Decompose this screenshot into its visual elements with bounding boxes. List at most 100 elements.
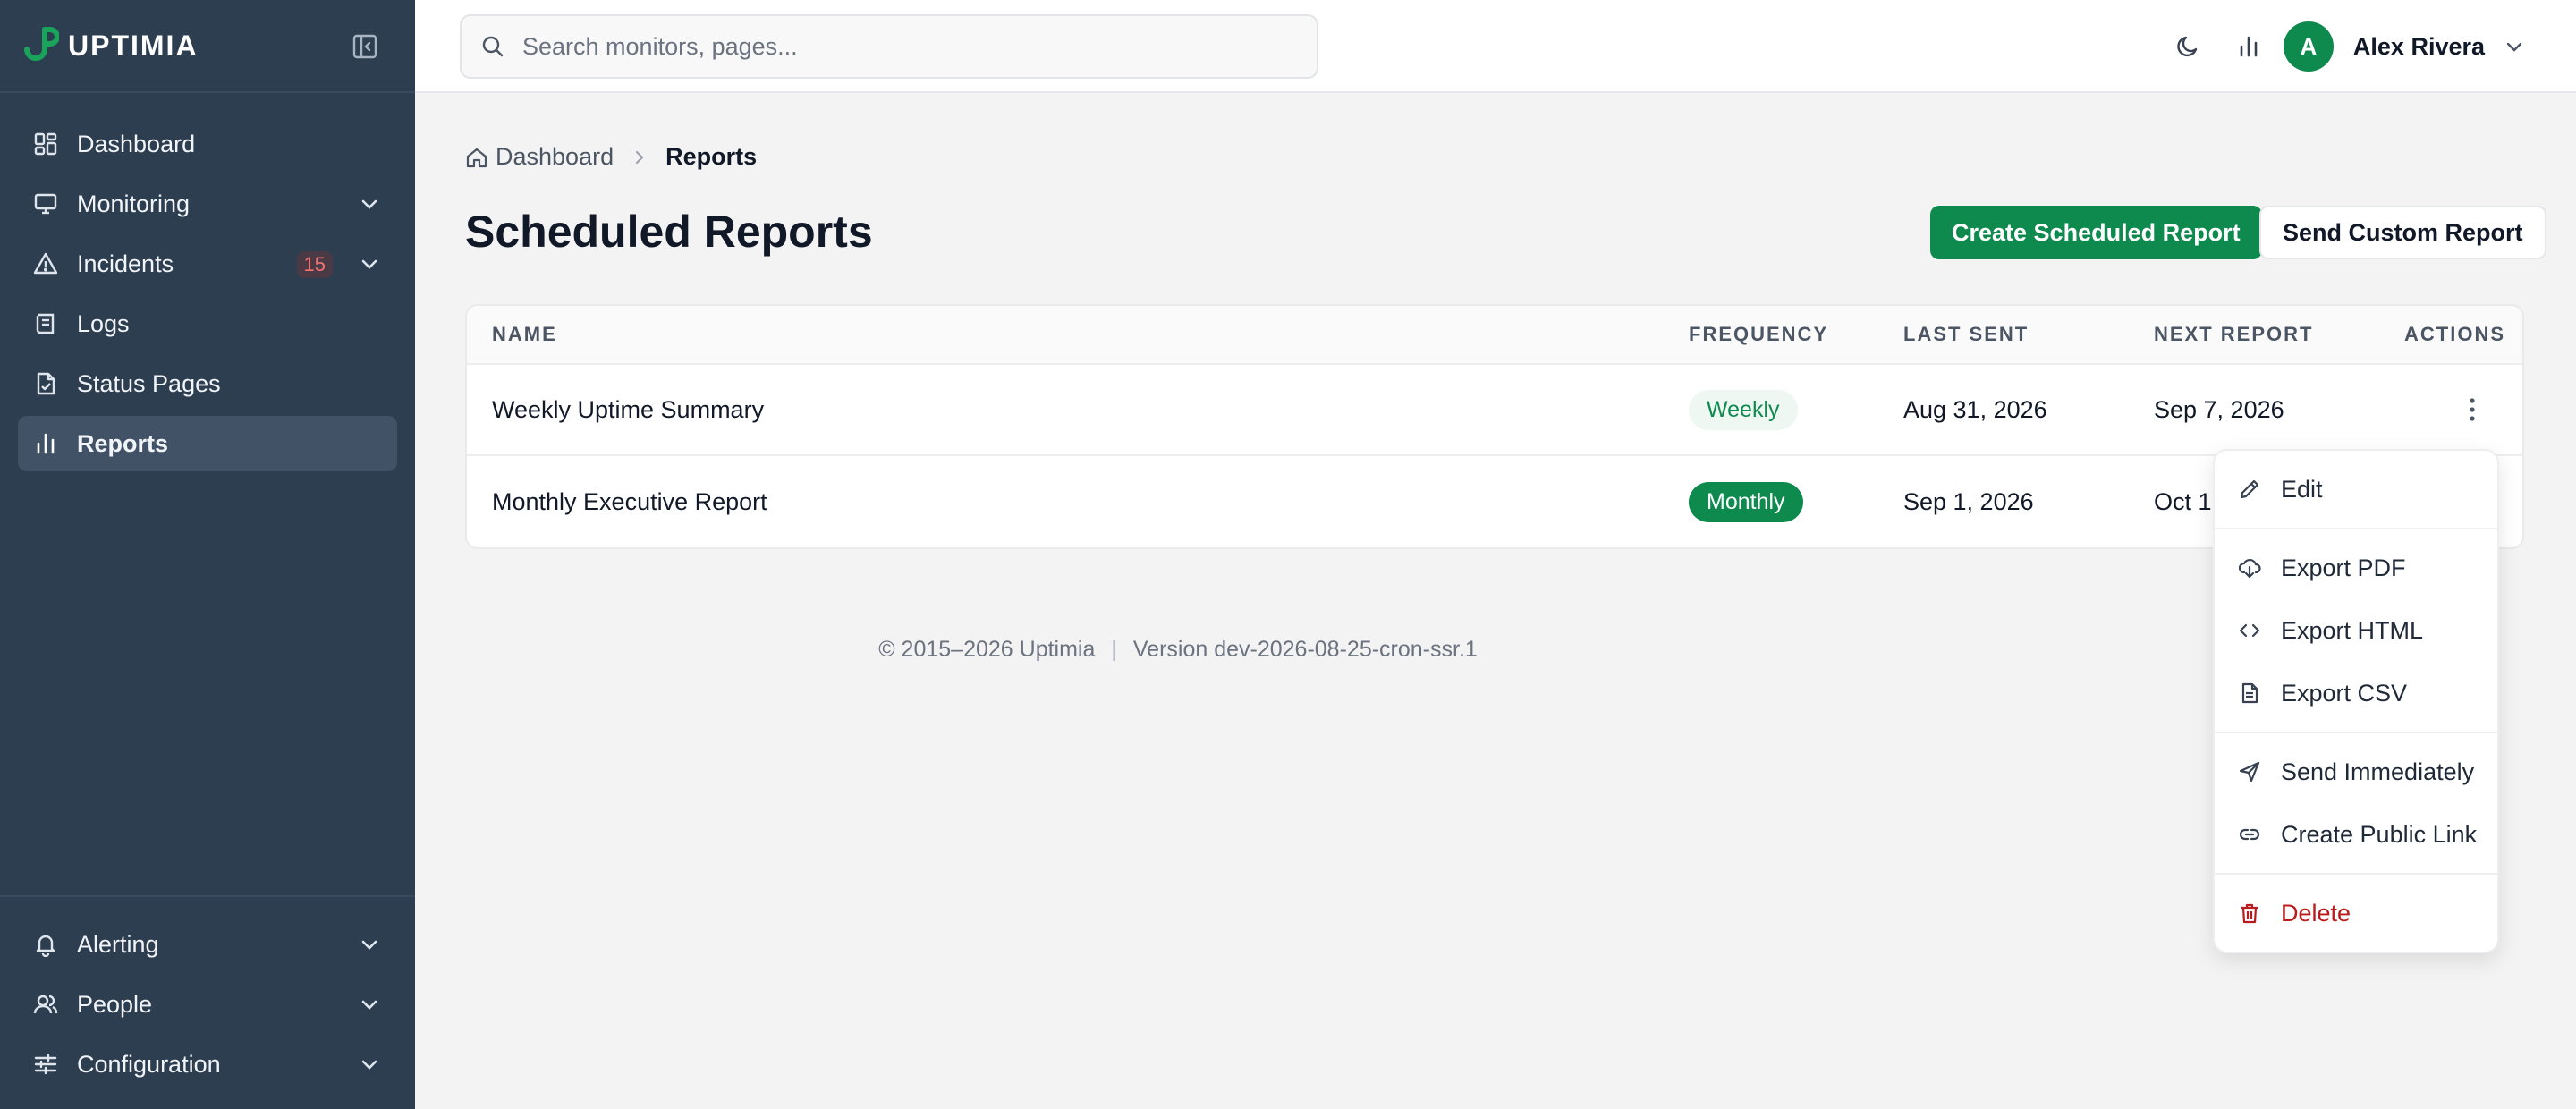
- code-icon: [2236, 617, 2263, 644]
- sidebar-item-logs[interactable]: Logs: [18, 296, 397, 351]
- breadcrumb: Dashboard Reports: [465, 143, 757, 171]
- incidents-count-badge: 15: [296, 251, 333, 278]
- chevron-down-icon[interactable]: [356, 250, 383, 277]
- footer: © 2015–2026 Uptimia | Version dev-2026-08-…: [415, 637, 1941, 663]
- breadcrumb-home-label: Dashboard: [496, 143, 614, 170]
- sidebar-item-label: People: [77, 990, 153, 1018]
- moon-icon[interactable]: [2172, 30, 2204, 63]
- cloud-download-icon: [2236, 554, 2263, 581]
- avatar: A: [2283, 21, 2334, 72]
- sidebar-item-dashboard[interactable]: Dashboard: [18, 116, 397, 172]
- chevron-down-icon[interactable]: [356, 991, 383, 1018]
- menu-item-label: Edit: [2281, 475, 2323, 503]
- sidebar-item-label: Reports: [77, 429, 169, 457]
- sidebar-item-reports[interactable]: Reports: [18, 416, 397, 471]
- file-text-icon: [2236, 680, 2263, 707]
- page-title: Scheduled Reports: [465, 207, 873, 257]
- sidebar-item-label: Status Pages: [77, 369, 221, 397]
- menu-item-label: Send Immediately: [2281, 758, 2475, 785]
- menu-item-create-public-link[interactable]: Create Public Link: [2215, 803, 2497, 866]
- column-header-last-sent[interactable]: LAST SENT: [1903, 323, 2029, 346]
- menu-item-edit[interactable]: Edit: [2215, 458, 2497, 521]
- menu-item-export-pdf[interactable]: Export PDF: [2215, 537, 2497, 599]
- menu-item-label: Delete: [2281, 899, 2351, 927]
- sidebar-item-label: Alerting: [77, 930, 159, 958]
- uptimia-logo-icon: [24, 27, 59, 61]
- send-icon: [2236, 758, 2263, 785]
- user-name: Alex Rivera: [2352, 32, 2485, 60]
- sidebar-item-configuration[interactable]: Configuration: [18, 1037, 397, 1092]
- frequency-badge: Monthly: [1689, 481, 1803, 522]
- more-vertical-icon[interactable]: [2456, 394, 2488, 426]
- breadcrumb-dashboard-link[interactable]: Dashboard: [465, 143, 614, 171]
- footer-separator: |: [1111, 637, 1117, 662]
- menu-item-export-csv[interactable]: Export CSV: [2215, 662, 2497, 724]
- sidebar-bottom-nav: Alerting People Configuration: [0, 895, 415, 1109]
- sidebar-item-alerting[interactable]: Alerting: [18, 917, 397, 972]
- next-report-date: Sep 7, 2026: [2154, 395, 2284, 423]
- menu-item-label: Export CSV: [2281, 679, 2408, 707]
- sidebar-nav: Dashboard Monitoring Incidents 15 Logs S…: [0, 93, 415, 471]
- trash-icon: [2236, 900, 2263, 927]
- menu-item-export-html[interactable]: Export HTML: [2215, 599, 2497, 662]
- menu-item-delete[interactable]: Delete: [2215, 882, 2497, 944]
- topbar: A Alex Rivera: [415, 0, 2576, 93]
- menu-item-send-immediately[interactable]: Send Immediately: [2215, 741, 2497, 803]
- search-icon: [482, 36, 504, 57]
- document-check-icon: [32, 370, 59, 397]
- footer-copyright: © 2015–2026 Uptimia: [878, 637, 1096, 662]
- chevron-down-icon[interactable]: [356, 1051, 383, 1078]
- last-sent-date: Aug 31, 2026: [1903, 395, 2047, 423]
- brand-logo[interactable]: UPTIMIA: [23, 26, 199, 65]
- user-menu[interactable]: A Alex Rivera: [2283, 20, 2524, 73]
- brand-header: UPTIMIA: [0, 0, 415, 93]
- menu-divider: [2215, 732, 2497, 733]
- sidebar-item-label: Dashboard: [77, 130, 196, 157]
- bar-chart-icon[interactable]: [2233, 30, 2265, 63]
- table-header-row: NAME FREQUENCY LAST SENT NEXT REPORT ACT…: [467, 306, 2522, 365]
- column-header-name[interactable]: NAME: [492, 323, 557, 346]
- bar-chart-icon: [32, 430, 59, 457]
- sidebar-item-label: Logs: [77, 309, 130, 337]
- search-box[interactable]: [460, 14, 1318, 79]
- column-header-next-report[interactable]: NEXT REPORT: [2154, 323, 2313, 346]
- sidebar-item-label: Configuration: [77, 1050, 221, 1078]
- brand-name: UPTIMIA: [68, 29, 199, 62]
- column-header-actions: ACTIONS: [2404, 323, 2505, 345]
- sliders-icon: [32, 1051, 59, 1078]
- report-name[interactable]: Monthly Executive Report: [492, 488, 767, 516]
- bell-icon: [32, 931, 59, 958]
- sidebar-collapse-icon[interactable]: [349, 30, 381, 63]
- warning-triangle-icon: [32, 250, 59, 277]
- users-icon: [32, 991, 59, 1018]
- breadcrumb-current: Reports: [665, 143, 758, 170]
- frequency-badge: Weekly: [1689, 389, 1798, 430]
- create-scheduled-report-button[interactable]: Create Scheduled Report: [1930, 206, 2262, 259]
- sidebar-item-incidents[interactable]: Incidents 15: [18, 236, 397, 292]
- menu-divider: [2215, 528, 2497, 529]
- sidebar-item-label: Incidents: [77, 250, 174, 277]
- column-header-frequency[interactable]: FREQUENCY: [1689, 323, 1828, 346]
- sidebar-item-status-pages[interactable]: Status Pages: [18, 356, 397, 411]
- sidebar: UPTIMIA Dashboard Monitoring Incidents 1…: [0, 0, 415, 1109]
- home-icon: [466, 148, 487, 167]
- logs-icon: [32, 310, 59, 337]
- chevron-down-icon: [2506, 42, 2522, 52]
- sidebar-item-people[interactable]: People: [18, 977, 397, 1032]
- footer-version: Version dev-2026-08-25-cron-ssr.1: [1132, 637, 1478, 662]
- table-row[interactable]: Weekly Uptime Summary Weekly Aug 31, 202…: [467, 365, 2522, 456]
- search-input[interactable]: [522, 32, 1309, 61]
- pencil-icon: [2236, 476, 2263, 503]
- dashboard-icon: [32, 131, 59, 157]
- sidebar-item-monitoring[interactable]: Monitoring: [18, 176, 397, 232]
- last-sent-date: Sep 1, 2026: [1903, 487, 2034, 515]
- chevron-down-icon[interactable]: [356, 931, 383, 958]
- row-actions-menu: Edit Export PDF Export HTML Export CSV S…: [2213, 449, 2499, 953]
- menu-item-label: Export PDF: [2281, 554, 2406, 581]
- chevron-down-icon[interactable]: [356, 190, 383, 217]
- send-custom-report-button[interactable]: Send Custom Report: [2259, 206, 2546, 259]
- next-report-date: Oct 1,: [2154, 487, 2219, 515]
- menu-item-label: Create Public Link: [2281, 820, 2478, 848]
- report-name[interactable]: Weekly Uptime Summary: [492, 396, 764, 424]
- sidebar-item-label: Monitoring: [77, 190, 191, 217]
